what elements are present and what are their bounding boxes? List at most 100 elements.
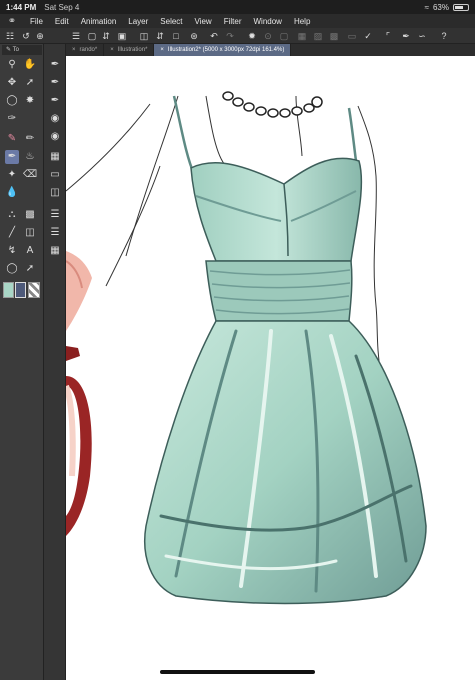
operation-icon[interactable]: ➚ <box>23 76 37 90</box>
layer-icon[interactable]: ◉ <box>48 112 62 126</box>
tool-panel-label: To <box>12 47 19 53</box>
pen-icon[interactable]: ✒ <box>400 30 412 42</box>
palette-icon[interactable]: ▦ <box>48 150 62 164</box>
save-icon[interactable]: ▣ <box>116 30 128 42</box>
main-color-swatch[interactable] <box>3 282 14 298</box>
status-date: Sat Sep 4 <box>44 2 80 12</box>
redo-icon[interactable]: ↷ <box>224 30 236 42</box>
ruler-tool-icon[interactable]: ↯ <box>5 244 19 258</box>
text-icon[interactable]: A <box>23 244 37 258</box>
eraser-icon[interactable]: ⌫ <box>23 168 37 182</box>
color-wheel-icon[interactable]: ◉ <box>48 130 62 144</box>
command-bar: ☷ ↺ ⊕ ☰ ▢ ⇵ ▣ ◫ ⇵ □ ⊛ ↶ ↷ ✹ ⊙ ▢ ▦ ▨ ▩ ▭ … <box>0 28 475 44</box>
sub-color-swatch[interactable] <box>15 282 26 298</box>
chevron-updown-icon-2[interactable]: ⇵ <box>154 30 166 42</box>
crop-icon[interactable]: ▦ <box>296 30 308 42</box>
layer-panel-icon[interactable]: ▭ <box>48 168 62 182</box>
tab-label: Illustration* <box>117 47 148 53</box>
menu-layer[interactable]: Layer <box>122 17 154 26</box>
transform-icon[interactable]: ⊛ <box>188 30 200 42</box>
tool-palette: ✎ To ⚲ ✋ ✥ ➚ ◯ ✸ ✑ ✎ ✏ ✒ ♨ ✦ ⌫ 💧 ⛬ ▩ ╱ ◫… <box>0 44 44 680</box>
fill-icon[interactable]: ⊙ <box>262 30 274 42</box>
export-icon[interactable]: ◫ <box>138 30 150 42</box>
menu-icon[interactable]: ☰ <box>70 30 82 42</box>
brush-sub-icon-2[interactable]: ✒ <box>48 76 62 90</box>
check-icon[interactable]: ✓ <box>362 30 374 42</box>
necklace <box>222 91 323 118</box>
fill-bucket-icon[interactable]: ⛬ <box>5 208 19 222</box>
tab-label: Illustration2* (5000 x 3000px 72dpi 161.… <box>167 47 285 53</box>
app-logo-icon[interactable]: ⚭ <box>0 16 24 27</box>
material-icon[interactable]: ▦ <box>48 244 62 258</box>
menu-window[interactable]: Window <box>248 17 288 26</box>
menu-bar: ⚭ File Edit Animation Layer Select View … <box>0 14 475 28</box>
drawing-canvas[interactable] <box>66 56 475 680</box>
undo-arrow-icon[interactable]: ↺ <box>20 30 32 42</box>
lasso-icon[interactable]: ◯ <box>5 94 19 108</box>
home-indicator[interactable] <box>160 670 315 674</box>
brush-sub-icon-3[interactable]: ✒ <box>48 94 62 108</box>
stack-icon[interactable]: ☰ <box>48 208 62 222</box>
correct-line-icon[interactable]: ➚ <box>23 262 37 276</box>
illustration <box>66 91 427 605</box>
selection-icon[interactable]: ▢ <box>278 30 290 42</box>
sub-tool-column: ✒ ✒ ✒ ◉ ◉ ▦ ▭ ◫ ☰ ☰ ▦ <box>44 44 66 680</box>
loading-icon[interactable]: ✹ <box>246 30 258 42</box>
status-right: ≈ 63% <box>425 3 469 12</box>
tab-label: rando* <box>79 47 98 53</box>
layout-icon[interactable]: ☷ <box>4 30 16 42</box>
status-bar: 1:44 PM Sat Sep 4 ≈ 63% <box>0 0 475 14</box>
side-figure <box>66 251 92 536</box>
tab-illustration[interactable]: × Illustration* <box>104 44 155 56</box>
help-icon[interactable]: ? <box>438 30 450 42</box>
clear-layer-icon[interactable]: ▭ <box>346 30 358 42</box>
status-time: 1:44 PM <box>6 2 37 12</box>
document-tabs: × rando* × Illustration* × Illustration2* (… <box>66 44 475 56</box>
close-icon[interactable]: × <box>110 47 114 53</box>
menu-filter[interactable]: Filter <box>218 17 248 26</box>
tab-rando[interactable]: × rando* <box>66 44 105 56</box>
move-icon[interactable]: ✥ <box>5 76 19 90</box>
navigator-icon[interactable]: ◫ <box>48 186 62 200</box>
frame-icon[interactable]: ◫ <box>23 226 37 240</box>
balloon-icon[interactable]: ◯ <box>5 262 19 276</box>
tool-panel-header: ✎ To <box>2 45 42 55</box>
menu-animation[interactable]: Animation <box>75 17 123 26</box>
ruler-icon[interactable]: ⌜ <box>382 30 394 42</box>
battery-fill <box>455 5 463 9</box>
menu-view[interactable]: View <box>189 17 218 26</box>
figure-icon[interactable]: ╱ <box>5 226 19 240</box>
transparent-swatch[interactable] <box>28 282 40 298</box>
blend-icon[interactable]: ✦ <box>5 168 19 182</box>
menu-file[interactable]: File <box>24 17 49 26</box>
close-icon[interactable]: × <box>72 47 76 53</box>
drop-icon[interactable]: 💧 <box>5 186 19 200</box>
tab-illustration2[interactable]: × Illustration2* (5000 x 3000px 72dpi 161… <box>154 44 292 56</box>
new-document-icon[interactable]: ▢ <box>86 30 98 42</box>
menu-select[interactable]: Select <box>154 17 188 26</box>
chevron-updown-icon[interactable]: ⇵ <box>100 30 112 42</box>
brush-sub-icon[interactable]: ✒ <box>48 58 62 72</box>
gradient-icon[interactable]: ▩ <box>23 208 37 222</box>
pencil-icon[interactable]: ✏ <box>23 132 37 146</box>
vector-icon[interactable]: ∽ <box>416 30 428 42</box>
brush-icon[interactable]: ✒ <box>5 150 19 164</box>
wifi-icon: ≈ <box>424 2 429 12</box>
invert-selection-icon[interactable]: ▨ <box>312 30 324 42</box>
clear-icon[interactable]: □ <box>170 30 182 42</box>
deselect-icon[interactable]: ▩ <box>328 30 340 42</box>
undo-icon[interactable]: ↶ <box>208 30 220 42</box>
battery-percent: 63% <box>432 2 449 12</box>
magic-wand-icon[interactable]: ✸ <box>23 94 37 108</box>
zoom-fit-icon[interactable]: ⊕ <box>34 30 46 42</box>
menu-help[interactable]: Help <box>288 17 316 26</box>
menu-edit[interactable]: Edit <box>49 17 75 26</box>
pen-tool-icon[interactable]: ✎ <box>5 132 19 146</box>
hand-icon[interactable]: ✋ <box>23 58 37 72</box>
airbrush-icon[interactable]: ♨ <box>23 150 37 164</box>
zoom-icon[interactable]: ⚲ <box>5 58 19 72</box>
dress-bodice <box>190 157 363 262</box>
close-icon[interactable]: × <box>160 47 164 53</box>
stack-icon-2[interactable]: ☰ <box>48 226 62 240</box>
eyedropper-icon[interactable]: ✑ <box>5 112 19 126</box>
